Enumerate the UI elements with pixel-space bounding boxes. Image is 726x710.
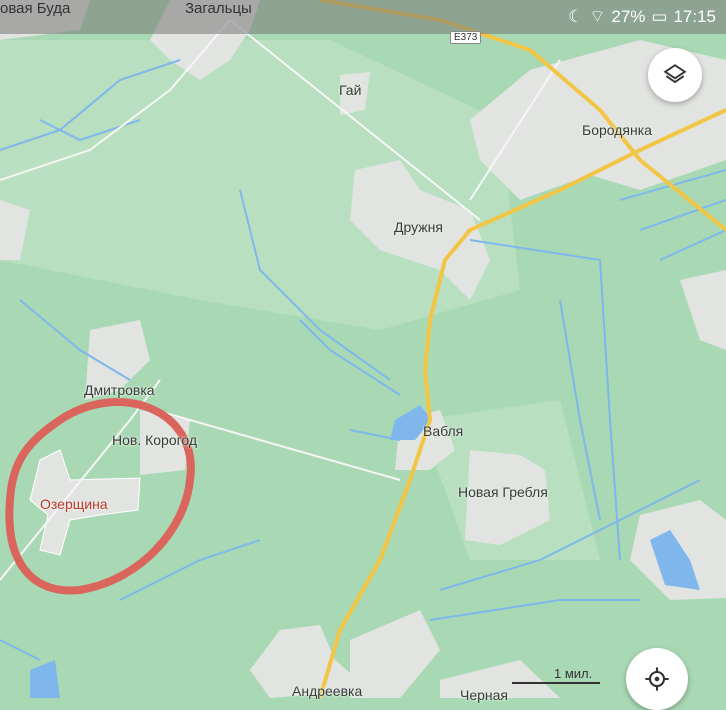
road-shield: E373 [450,31,482,44]
place-label[interactable]: Нов. Корогод [112,432,197,448]
place-label[interactable]: Дмитровка [84,382,155,398]
status-right: ☾ ⌔ 27% ▭ 17:15 [568,6,716,27]
map-canvas[interactable] [0,0,726,698]
place-label[interactable]: Андреевка [292,683,362,699]
battery-percent: 27% [611,6,646,26]
my-location-button[interactable] [626,648,688,710]
status-place-1: овая Буда [0,0,71,17]
place-label-highlighted[interactable]: Озерщина [40,496,108,512]
place-label[interactable]: Вабля [423,423,463,439]
layers-icon [663,64,687,84]
status-bar: овая Буда Загальцы ☾ ⌔ 27% ▭ 17:15 [0,0,726,34]
place-label[interactable]: Черная [460,687,508,703]
status-place-2: Загальцы [185,0,252,17]
scale-bar [512,682,600,684]
place-label[interactable]: Новая Гребля [458,484,548,500]
scale-label: 1 мил. [554,666,593,681]
layers-button[interactable] [648,48,702,102]
place-label[interactable]: Дружня [394,219,443,235]
my-location-icon [645,667,669,691]
clock: 17:15 [673,6,716,26]
battery-icon: ▭ [651,6,668,26]
moon-icon: ☾ [568,6,584,26]
place-label[interactable]: Бородянка [582,122,652,138]
wifi-icon: ⌔ [589,7,606,26]
place-label[interactable]: Гай [339,82,361,98]
